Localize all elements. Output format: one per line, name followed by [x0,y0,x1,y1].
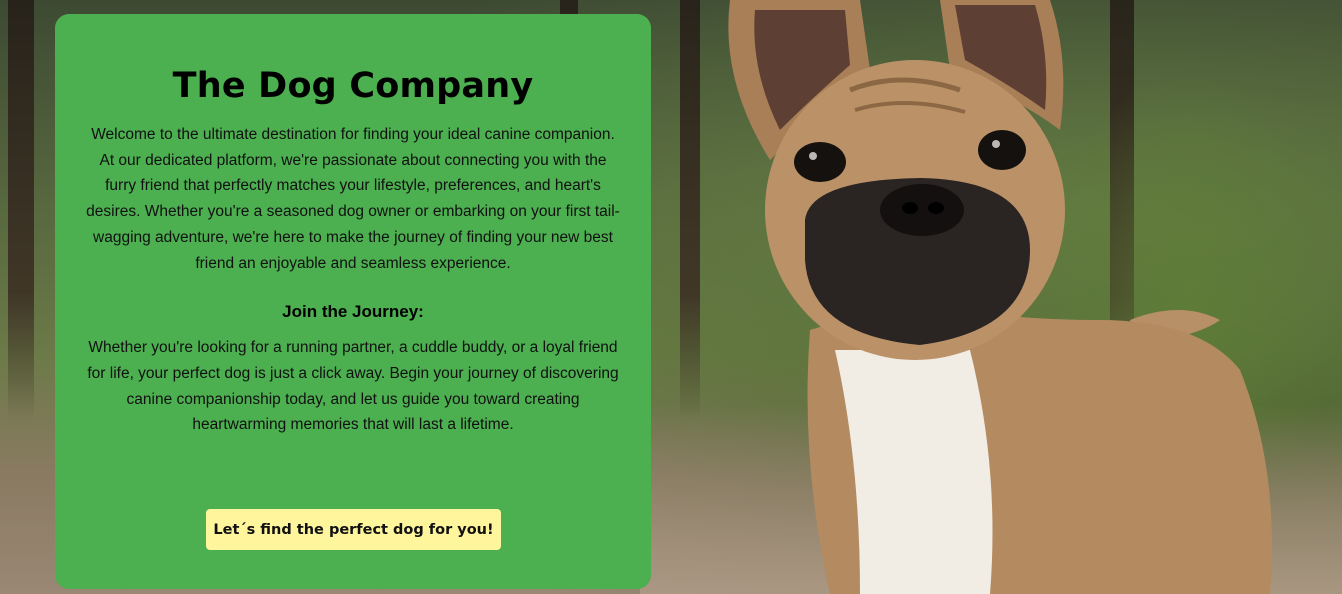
journey-paragraph: Whether you're looking for a running par… [87,339,619,434]
find-dog-button[interactable]: Let´s find the perfect dog for you! [206,509,501,550]
join-journey-heading: Join the Journey: [282,302,424,322]
intro-card: The Dog Company Welcome to the ultimate … [55,14,651,589]
tree-trunk [8,0,34,420]
intro-paragraph: Welcome to the ultimate destination for … [86,126,620,272]
page-title: The Dog Company [172,66,534,106]
french-bulldog-image [728,0,1272,594]
